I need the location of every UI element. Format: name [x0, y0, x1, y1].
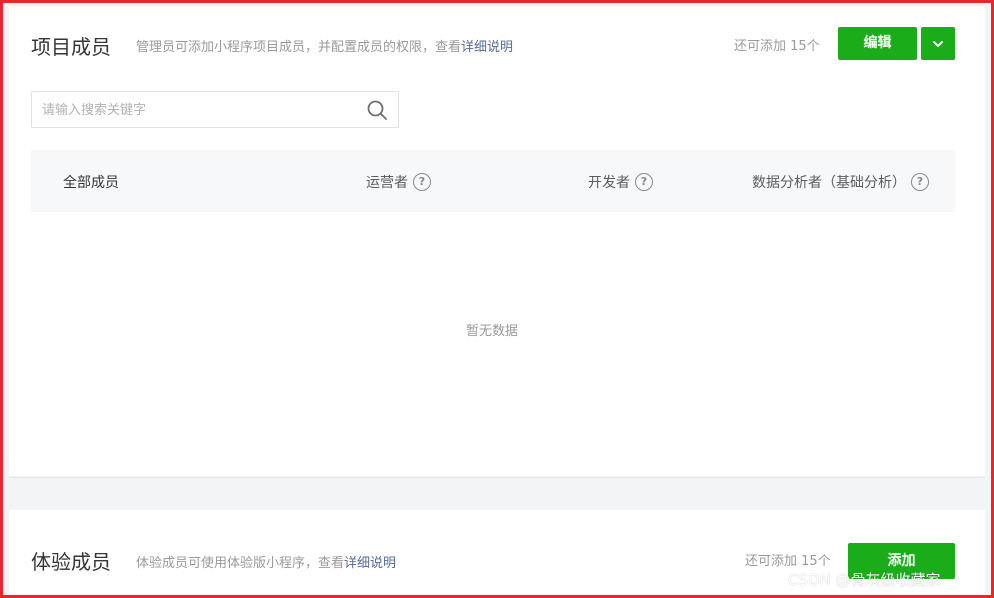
project-members-details-link[interactable]: 详细说明 [461, 40, 513, 55]
column-all-members-label: 全部成员 [63, 175, 119, 191]
project-members-remaining: 还可添加 15个 [734, 39, 820, 54]
data-analyst-help-icon[interactable]: ? [911, 173, 929, 191]
experience-members-details-link[interactable]: 详细说明 [344, 556, 396, 571]
panel-divider [9, 477, 985, 478]
empty-state-text: 暂无数据 [465, 324, 518, 339]
members-table-header: 全部成员 运营者 ? 开发者 ? 数据分析者（基础分析） ? [31, 150, 955, 212]
edit-dropdown-button[interactable] [921, 27, 955, 60]
project-members-title: 项目成员 [31, 35, 111, 59]
experience-members-desc-text: 体验成员可使用体验版小程序，查看 [136, 556, 345, 571]
column-all-members[interactable]: 全部成员 [63, 172, 119, 192]
column-operator: 运营者 ? [366, 172, 431, 192]
project-members-desc-text: 管理员可添加小程序项目成员，并配置成员的权限，查看 [136, 40, 462, 55]
project-members-panel [9, 6, 985, 476]
experience-members-remaining: 还可添加 15个 [745, 554, 831, 569]
project-members-description: 管理员可添加小程序项目成员，并配置成员的权限，查看详细说明 [136, 36, 513, 55]
experience-members-title: 体验成员 [31, 550, 111, 574]
operator-help-icon[interactable]: ? [413, 173, 431, 191]
member-search-box [31, 91, 399, 128]
edit-button[interactable]: 编辑 [838, 27, 917, 60]
watermark: CSDN @骨灰级收藏家 [788, 571, 941, 589]
column-data-analyst: 数据分析者（基础分析） ? [752, 172, 929, 192]
developer-help-icon[interactable]: ? [635, 173, 653, 191]
column-operator-label: 运营者 [366, 175, 408, 191]
experience-members-description: 体验成员可使用体验版小程序，查看详细说明 [136, 552, 396, 571]
chevron-down-icon [933, 41, 943, 47]
column-developer-label: 开发者 [588, 175, 630, 191]
search-icon[interactable] [366, 99, 388, 121]
column-developer: 开发者 ? [588, 172, 653, 192]
member-search-input[interactable] [42, 100, 342, 120]
column-data-analyst-label: 数据分析者（基础分析） [752, 175, 906, 191]
